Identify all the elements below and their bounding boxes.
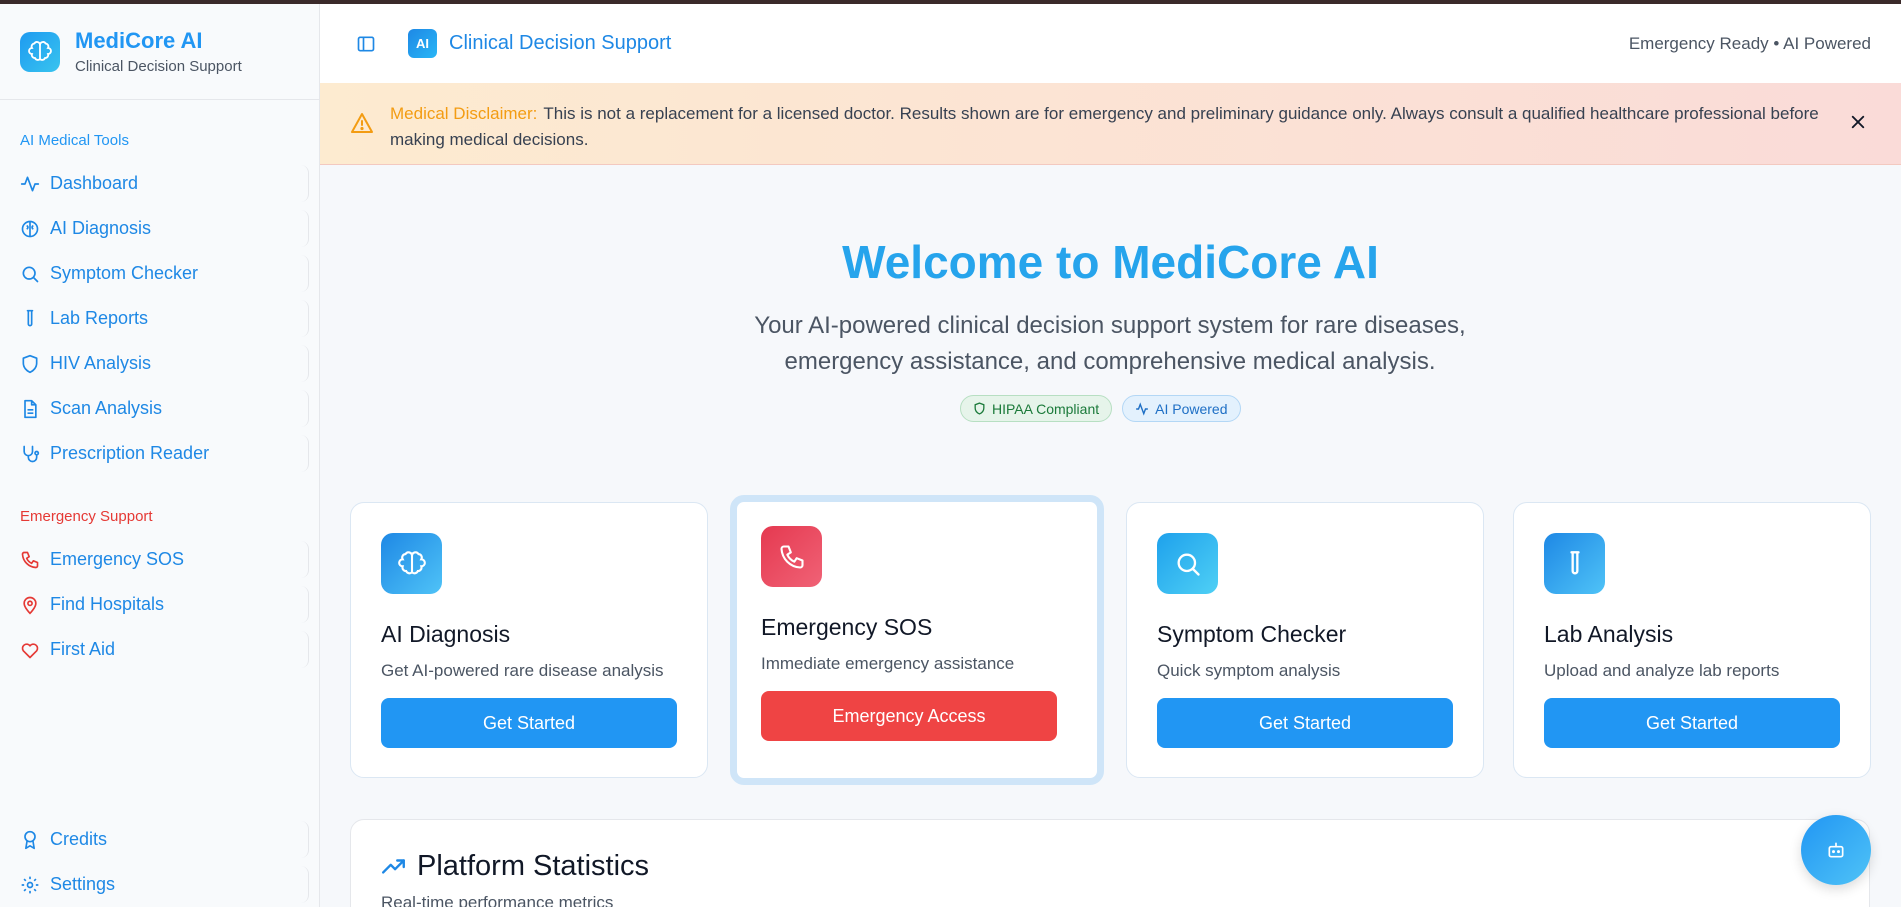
sidebar-item-label: Settings bbox=[50, 874, 116, 894]
document-icon bbox=[20, 399, 40, 419]
feature-chips: HIPAA Compliant AI Powered bbox=[960, 395, 1241, 422]
activity-icon bbox=[1136, 401, 1148, 416]
brand-subtitle: Clinical Decision Support bbox=[75, 58, 242, 75]
gear-icon bbox=[20, 875, 40, 895]
hero-subtitle: Your AI-powered clinical decision suppor… bbox=[754, 312, 1466, 375]
chip-ai-powered: AI Powered bbox=[1122, 395, 1241, 422]
sidebar-item-label: Scan Analysis bbox=[50, 398, 163, 418]
brand-name: MediCore AI bbox=[75, 28, 203, 53]
card-description: Quick symptom analysis bbox=[1157, 661, 1341, 680]
card-title: Lab Analysis bbox=[1544, 621, 1674, 647]
platform-statistics: Platform Statistics Real-time performanc… bbox=[350, 819, 1870, 907]
search-icon bbox=[20, 264, 40, 284]
page-title: Clinical Decision Support bbox=[449, 32, 672, 54]
card-description: Immediate emergency assistance bbox=[761, 654, 1015, 673]
card-lab-analysis: Lab Analysis Upload and analyze lab repo… bbox=[1513, 502, 1871, 778]
sidebar-item-first-aid[interactable]: First Aid bbox=[0, 627, 319, 672]
phone-icon bbox=[761, 526, 822, 587]
get-started-button[interactable]: Get Started bbox=[1544, 698, 1840, 748]
activity-icon bbox=[20, 174, 40, 194]
sidebar-item-hiv-analysis[interactable]: HIV Analysis bbox=[0, 341, 319, 386]
card-title: Emergency SOS bbox=[761, 614, 933, 640]
shield-icon bbox=[20, 354, 40, 374]
brain-icon bbox=[20, 31, 60, 72]
chip-label: HIPAA Compliant bbox=[992, 400, 1100, 417]
brain-icon bbox=[381, 533, 442, 594]
sidebar-item-label: Find Hospitals bbox=[50, 594, 165, 614]
search-icon bbox=[1157, 533, 1218, 594]
ai-badge: AI bbox=[408, 29, 437, 58]
section-title-tools: AI Medical Tools bbox=[20, 132, 129, 149]
card-description: Get AI-powered rare disease analysis bbox=[381, 661, 664, 680]
sidebar-item-credits[interactable]: Credits bbox=[0, 817, 319, 862]
emergency-access-button[interactable]: Emergency Access bbox=[761, 691, 1057, 741]
card-emergency-sos: Emergency SOS Immediate emergency assist… bbox=[730, 495, 1104, 785]
trending-up-icon bbox=[381, 858, 405, 874]
sidebar-item-label: Credits bbox=[50, 829, 108, 849]
card-ai-diagnosis: AI Diagnosis Get AI-powered rare disease… bbox=[350, 502, 708, 778]
card-description: Upload and analyze lab reports bbox=[1544, 661, 1780, 680]
sidebar-item-label: Lab Reports bbox=[50, 308, 149, 328]
sidebar-toggle-icon[interactable] bbox=[356, 34, 376, 54]
sidebar-item-emergency-sos[interactable]: Emergency SOS bbox=[0, 537, 319, 582]
chip-hipaa: HIPAA Compliant bbox=[960, 395, 1113, 422]
robot-icon bbox=[1828, 842, 1844, 858]
disclaimer-label: Medical Disclaimer: bbox=[390, 104, 538, 123]
sidebar-item-prescription-reader[interactable]: Prescription Reader bbox=[0, 431, 319, 476]
get-started-button[interactable]: Get Started bbox=[381, 698, 677, 748]
sidebar-item-label: Emergency SOS bbox=[50, 549, 185, 569]
warning-icon bbox=[350, 111, 374, 140]
disclaimer-body: This is not a replacement for a licensed… bbox=[390, 104, 1819, 149]
brand[interactable]: MediCore AI Clinical Decision Support bbox=[0, 4, 319, 100]
test-tube-icon bbox=[1544, 533, 1605, 594]
award-icon bbox=[20, 830, 40, 850]
chat-assistant-button[interactable] bbox=[1801, 815, 1871, 885]
stethoscope-icon bbox=[20, 444, 40, 464]
brain-icon bbox=[20, 219, 40, 239]
nav-emergency: Emergency SOS Find Hospitals First Aid bbox=[0, 537, 319, 672]
close-icon[interactable] bbox=[1849, 113, 1867, 131]
nav-bottom: Credits Settings bbox=[0, 817, 319, 907]
phone-icon bbox=[20, 550, 40, 570]
card-title: AI Diagnosis bbox=[381, 621, 511, 647]
sidebar-item-find-hospitals[interactable]: Find Hospitals bbox=[0, 582, 319, 627]
disclaimer-banner: Medical Disclaimer: This is not a replace… bbox=[320, 83, 1901, 165]
sidebar-item-symptom-checker[interactable]: Symptom Checker bbox=[0, 251, 319, 296]
sidebar-item-label: Dashboard bbox=[50, 173, 139, 193]
sidebar-item-label: First Aid bbox=[50, 639, 116, 659]
get-started-button[interactable]: Get Started bbox=[1157, 698, 1453, 748]
card-symptom-checker: Symptom Checker Quick symptom analysis G… bbox=[1126, 502, 1484, 778]
map-pin-icon bbox=[20, 595, 40, 615]
sidebar-item-label: HIV Analysis bbox=[50, 353, 152, 373]
disclaimer-text: Medical Disclaimer: This is not a replace… bbox=[390, 101, 1830, 153]
section-title-emergency: Emergency Support bbox=[20, 508, 153, 525]
top-header: AI Clinical Decision Support Emergency R… bbox=[320, 4, 1901, 83]
stats-title: Platform Statistics bbox=[381, 850, 649, 883]
sidebar: MediCore AI Clinical Decision Support AI… bbox=[0, 4, 320, 907]
sidebar-item-lab-reports[interactable]: Lab Reports bbox=[0, 296, 319, 341]
sidebar-item-label: Prescription Reader bbox=[50, 443, 210, 463]
sidebar-item-label: Symptom Checker bbox=[50, 263, 199, 283]
nav-tools: Dashboard AI Diagnosis Symptom Checker L… bbox=[0, 161, 319, 476]
heart-icon bbox=[20, 640, 40, 660]
hero-title: Welcome to MediCore AI bbox=[842, 236, 1379, 288]
card-title: Symptom Checker bbox=[1157, 621, 1347, 647]
sidebar-item-dashboard[interactable]: Dashboard bbox=[0, 161, 319, 206]
sidebar-item-label: AI Diagnosis bbox=[50, 218, 152, 238]
stats-title-text: Platform Statistics bbox=[417, 850, 650, 882]
sidebar-item-settings[interactable]: Settings bbox=[0, 862, 319, 907]
status-text: Emergency Ready • AI Powered bbox=[1628, 33, 1871, 53]
shield-icon bbox=[974, 402, 985, 415]
chip-label: AI Powered bbox=[1155, 400, 1228, 417]
test-tube-icon bbox=[20, 309, 40, 329]
sidebar-item-ai-diagnosis[interactable]: AI Diagnosis bbox=[0, 206, 319, 251]
stats-subtitle: Real-time performance metrics bbox=[381, 893, 614, 907]
sidebar-item-scan-analysis[interactable]: Scan Analysis bbox=[0, 386, 319, 431]
